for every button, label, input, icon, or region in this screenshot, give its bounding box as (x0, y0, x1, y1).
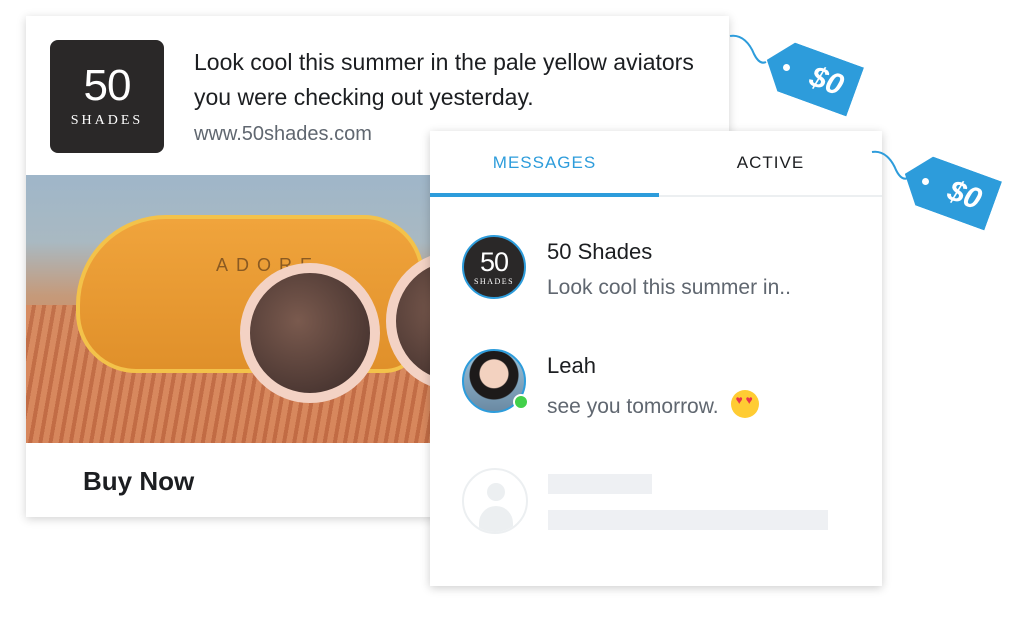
conversation-item[interactable]: Leah see you tomorrow. (462, 349, 862, 419)
price-tag-hole (922, 178, 929, 185)
messenger-tabs: MESSAGES ACTIVE (430, 131, 882, 197)
brand-logo-number: 50 (83, 60, 132, 110)
ad-headline: Look cool this summer in the pale yellow… (194, 49, 694, 110)
placeholder-preview-line (548, 510, 828, 530)
conversation-preview: Look cool this summer in.. (547, 276, 791, 299)
avatar: 50 SHADES (462, 235, 526, 299)
messenger-panel: MESSAGES ACTIVE 50 SHADES 50 Shades Look… (430, 131, 882, 586)
conversation-preview-row: see you tomorrow. (547, 390, 759, 419)
tab-messages[interactable]: MESSAGES (430, 131, 659, 197)
conversation-name: 50 Shades (547, 239, 653, 264)
heart-eyes-emoji-icon (730, 390, 759, 418)
conversation-item[interactable]: 50 SHADES 50 Shades Look cool this summe… (462, 235, 862, 305)
buy-now-button[interactable]: Buy Now (83, 466, 194, 497)
price-tag-label: $0 (758, 35, 864, 116)
avatar-logo-word: SHADES (473, 276, 515, 286)
sunglasses-lens-left (240, 263, 380, 403)
conversation-name: Leah (547, 353, 596, 378)
tag-string (729, 34, 767, 64)
user-placeholder-icon (462, 468, 528, 534)
avatar-logo-number: 50 (479, 246, 509, 277)
conversation-preview: see you tomorrow. (547, 395, 719, 418)
brand-logo-word: SHADES (70, 112, 144, 128)
brand-logo: 50 SHADES (50, 40, 164, 153)
tab-active[interactable]: ACTIVE (659, 131, 882, 195)
price-tag-label: $0 (896, 149, 1002, 230)
placeholder-body (479, 506, 513, 532)
tag-string (871, 150, 909, 180)
online-status-icon (513, 394, 529, 410)
placeholder-head (487, 483, 505, 501)
price-tag: $0 (871, 142, 1010, 232)
ad-url-link[interactable]: www.50shades.com (194, 123, 372, 146)
price-tag-hole (783, 64, 790, 71)
placeholder-name-line (548, 474, 652, 494)
price-tag: $0 (729, 32, 872, 122)
